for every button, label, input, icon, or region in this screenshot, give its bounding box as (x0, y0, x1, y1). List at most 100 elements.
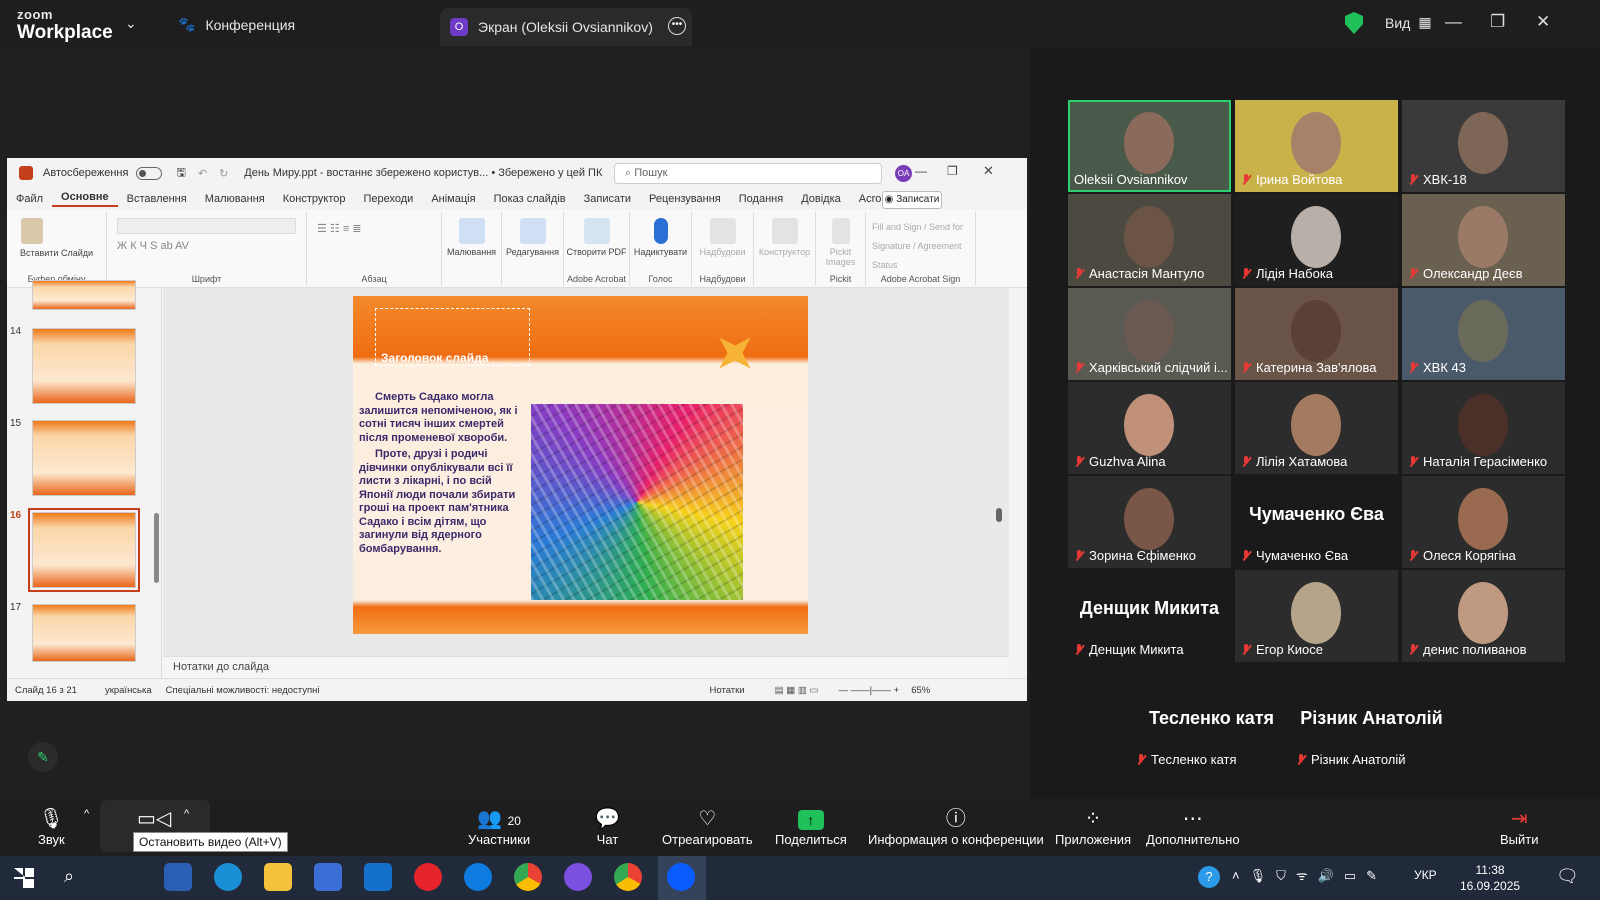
create-pdf-icon[interactable] (583, 218, 610, 244)
participant-tile[interactable]: Денщик Микита Денщик Микита (1068, 570, 1231, 662)
canvas-scrollbar[interactable] (996, 508, 1002, 522)
zoom-level[interactable]: 65% (911, 685, 930, 696)
keyboard-language[interactable]: УКР (1414, 868, 1437, 882)
drawing-icon[interactable] (458, 218, 485, 244)
chrome-icon[interactable] (514, 863, 542, 891)
menu-view[interactable]: Подання (730, 193, 792, 205)
participant-tile[interactable]: Ірина Войтова (1235, 100, 1398, 192)
participant-tile[interactable]: денис поливанов (1402, 570, 1565, 662)
notes-toggle[interactable]: Нотатки (710, 685, 745, 696)
editing-icon[interactable] (519, 218, 546, 244)
slide-thumbnail[interactable] (32, 604, 136, 662)
participant-tile[interactable]: Зорина Єфіменко (1068, 476, 1231, 568)
slide-thumbnail[interactable] (32, 328, 136, 404)
participant-tile[interactable]: Анастасія Мантуло (1068, 194, 1231, 286)
language-status[interactable]: українська (105, 685, 152, 696)
participant-tile[interactable]: ХВК 43 (1402, 288, 1565, 380)
view-button[interactable]: Вид ▦ (1385, 14, 1432, 31)
menu-animations[interactable]: Анімація (422, 193, 484, 205)
tab-conference[interactable]: 🐾 Конференция (178, 16, 295, 33)
paragraph-buttons[interactable]: ☰ ☷ ≡ ≣ (317, 222, 431, 235)
current-slide[interactable]: Заголовок слайда Смерть Садако могла зал… (353, 296, 808, 634)
undo-icon[interactable]: ↶ (198, 167, 207, 180)
react-button[interactable]: ♡ Отреагировать (662, 806, 753, 847)
record-button[interactable]: ◉ Записати (882, 191, 942, 209)
participant-tile[interactable]: Олександр Деєв (1402, 194, 1565, 286)
participant-tile[interactable]: Чумаченко Єва Чумаченко Єва (1235, 476, 1398, 568)
microphone-icon[interactable] (653, 218, 668, 244)
taskbar-clock[interactable]: 11:38 16.09.2025 (1460, 862, 1520, 894)
thumbnails-scrollbar[interactable] (154, 513, 159, 583)
minimize-icon[interactable]: — (1445, 12, 1462, 32)
font-format-buttons[interactable]: Ж К Ч S ab AV (117, 240, 296, 252)
share-button[interactable]: ↑ Поделиться (775, 806, 847, 847)
participant-tile[interactable]: Катерина Зав'ялова (1235, 288, 1398, 380)
participant-tile[interactable]: Guzhva Alina (1068, 382, 1231, 474)
acrobat-sign-buttons[interactable]: Fill and Sign / Send for Signature / Agr… (872, 218, 969, 275)
addins-label[interactable]: Надбудови (692, 247, 753, 257)
pickit-label[interactable]: Pickit Images (816, 247, 865, 267)
menu-design[interactable]: Конструктор (274, 193, 355, 205)
participant-tile[interactable]: Лідія Набока (1235, 194, 1398, 286)
ppt-restore-icon[interactable]: ❐ (947, 164, 958, 178)
create-pdf-label[interactable]: Створити PDF (564, 247, 629, 257)
file-explorer-icon[interactable] (264, 863, 292, 891)
tab-screen-share[interactable]: O Экран (Oleksii Ovsiannikov) (440, 8, 692, 46)
more-options-icon[interactable]: ••• (668, 17, 686, 35)
restore-icon[interactable]: ❐ (1490, 12, 1505, 32)
more-button[interactable]: ⋯ Дополнительно (1146, 806, 1240, 847)
editing-label[interactable]: Редагування (502, 247, 563, 257)
help-icon[interactable]: ? (1198, 866, 1220, 888)
participant-tile[interactable]: ХВК-18 (1402, 100, 1565, 192)
notifications-icon[interactable]: 🗨 (1556, 866, 1579, 887)
font-name-select[interactable] (117, 218, 296, 234)
store-icon[interactable] (314, 863, 342, 891)
menu-review[interactable]: Рецензування (640, 193, 730, 205)
participant-tile[interactable]: Олеся Корягіна (1402, 476, 1565, 568)
menu-insert[interactable]: Вставлення (118, 193, 196, 205)
participant-tile[interactable]: Лілія Хатамова (1235, 382, 1398, 474)
participant-tile[interactable]: Наталія Герасіменко (1402, 382, 1565, 474)
pickit-icon[interactable] (831, 218, 850, 244)
designer-label[interactable]: Конструктор (754, 247, 815, 257)
audio-button[interactable]: 🎙 Звук (38, 806, 65, 847)
designer-icon[interactable] (771, 218, 798, 244)
leave-button[interactable]: ⇥ Выйти (1500, 806, 1539, 847)
slide-thumbnail-selected[interactable] (28, 508, 140, 592)
participant-tile[interactable]: Oleksii Ovsiannikov (1068, 100, 1231, 192)
chat-button[interactable]: 💬 Чат (595, 806, 620, 847)
chrome-profile-icon[interactable] (614, 863, 642, 891)
zoom-slider[interactable]: — ——|—— + (838, 685, 899, 696)
accessibility-status[interactable]: Спеціальні можливості: недоступні (166, 685, 320, 696)
drawing-label[interactable]: Малювання (442, 247, 501, 257)
menu-home[interactable]: Основне (52, 191, 118, 207)
outlook-icon[interactable] (364, 863, 392, 891)
slide-thumbnail[interactable] (32, 420, 136, 496)
taskbar-app-icon[interactable] (164, 863, 192, 891)
slide-thumbnail[interactable] (32, 280, 136, 310)
menu-record[interactable]: Записати (575, 193, 640, 205)
menu-draw[interactable]: Малювання (196, 193, 274, 205)
edge-icon[interactable] (214, 863, 242, 891)
menu-file[interactable]: Файл (7, 193, 52, 205)
notes-placeholder[interactable]: Нотатки до слайда (163, 656, 1009, 678)
participant-tile[interactable]: Тесленко катя Тесленко катя (1130, 680, 1293, 772)
annotate-pen-icon[interactable]: ✎ (28, 742, 58, 772)
ppt-search-input[interactable]: ⌕ Пошук (614, 163, 882, 184)
participants-button[interactable]: 👥 20 Участники (468, 806, 530, 847)
teamviewer-icon[interactable] (464, 863, 492, 891)
audio-options-chevron-icon[interactable]: ^ (84, 808, 89, 820)
slide-body-text[interactable]: Смерть Садако могла залишится непомічено… (359, 391, 527, 556)
user-avatar[interactable]: OA (895, 165, 912, 182)
ppt-minimize-icon[interactable]: — (915, 164, 927, 178)
save-icon[interactable]: 🖫 (176, 164, 185, 183)
paste-slides-label[interactable]: Вставити Слайди (11, 248, 102, 258)
video-options-chevron-icon[interactable]: ^ (184, 808, 189, 820)
participant-tile[interactable]: Харківський слідчий і... (1068, 288, 1231, 380)
paste-icon[interactable] (21, 218, 43, 244)
addins-icon[interactable] (709, 218, 736, 244)
participant-tile[interactable]: Егор Киосе (1235, 570, 1398, 662)
close-icon[interactable]: ✕ (1536, 12, 1550, 32)
menu-transitions[interactable]: Переходи (354, 193, 422, 205)
redo-icon[interactable]: ↻ (219, 167, 228, 180)
